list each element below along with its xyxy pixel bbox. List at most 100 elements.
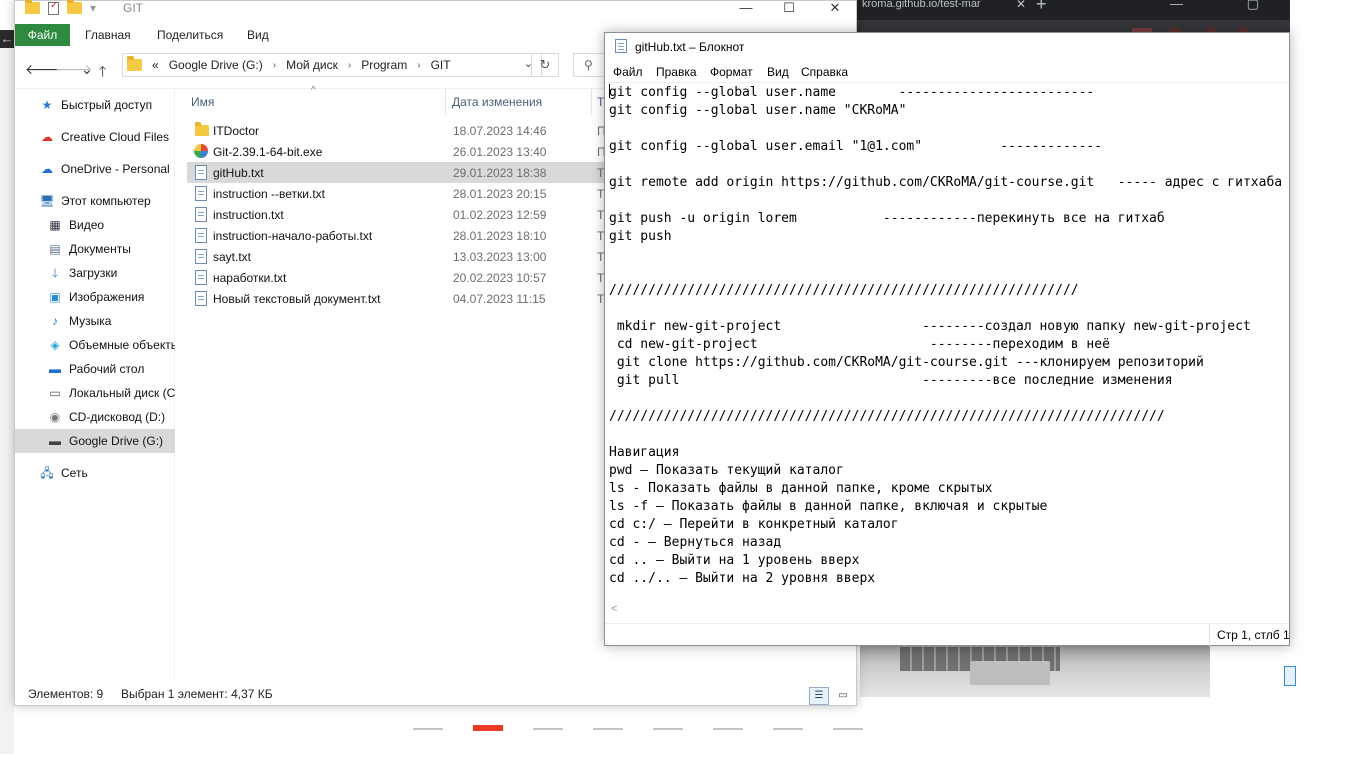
tab-view[interactable]: Вид [235, 24, 281, 46]
nav-item[interactable]: ▬ Рабочий стол [15, 357, 175, 381]
nav-item-label: Локальный диск (C [69, 386, 175, 400]
text-line-content: Навигация [609, 445, 680, 460]
creative-cloud-icon: ☁ [41, 130, 53, 144]
recent-locations-button[interactable]: ⌄ [81, 61, 93, 78]
scroll-left-icon[interactable]: < [611, 603, 617, 615]
text-line: pwd — Показать текущий каталог [609, 462, 1291, 480]
carousel-dot[interactable] [593, 728, 623, 730]
notepad-icon [615, 39, 627, 53]
video-icon: ▦ [49, 218, 61, 232]
carousel-dot[interactable] [773, 728, 803, 730]
properties-icon[interactable] [48, 0, 59, 15]
large-icons-view-icon[interactable]: ▭ [833, 687, 853, 705]
new-folder-icon[interactable] [67, 0, 82, 14]
nav-item[interactable]: ☁ OneDrive - Personal [15, 157, 175, 181]
file-name: instruction.txt [213, 207, 284, 222]
nav-item[interactable]: 🡓 Загрузки [15, 261, 175, 285]
carousel-dot[interactable] [653, 728, 683, 730]
details-view-icon[interactable]: ☰ [809, 687, 829, 705]
nav-item-label: Видео [69, 218, 105, 232]
maximize-button[interactable]: ☐ [766, 0, 812, 16]
file-name: gitHub.txt [213, 165, 264, 180]
tab-share[interactable]: Поделиться [145, 24, 235, 46]
google-drive-icon: ▬ [49, 434, 61, 448]
text-line-content: mkdir new-git-project --------создал нов… [609, 319, 1251, 334]
browser-tab-title[interactable]: kroma.github.io/test-mar [862, 0, 1012, 20]
nav-item[interactable]: ◉ CD-дисковод (D:) [15, 405, 175, 429]
nav-item[interactable]: ☁ Creative Cloud Files [15, 125, 175, 149]
text-line: ls - Показать файлы в данной папке, кром… [609, 480, 1291, 498]
browser-new-tab-button[interactable]: + [1036, 0, 1047, 15]
nav-item[interactable]: ★ Быстрый доступ [15, 93, 175, 117]
refresh-button[interactable]: ↻ [531, 53, 559, 77]
breadcrumb-git[interactable]: GIT [431, 58, 451, 72]
breadcrumb-program[interactable]: Program [361, 58, 407, 72]
nav-item[interactable]: 🖥 Этот компьютер [15, 189, 175, 213]
column-divider[interactable] [445, 89, 446, 115]
local-disk-icon: ▭ [49, 386, 61, 400]
folder-icon [127, 56, 142, 71]
page-right-margin [1290, 0, 1366, 768]
minimize-button[interactable]: — [723, 0, 769, 15]
breadcrumb-my-drive[interactable]: Мой диск [286, 58, 338, 72]
file-date: 18.07.2023 14:46 [453, 123, 547, 138]
text-line-content: cd ../.. — Выйти на 2 уровня вверх [609, 571, 876, 586]
notepad-status-bar: Стр 1, стлб 1 [605, 623, 1290, 646]
up-button[interactable]: 🡑 [99, 61, 106, 85]
notepad-title: gitHub.txt – Блокнот [635, 40, 745, 54]
page-widget-icon[interactable] [1284, 666, 1296, 686]
breadcrumb-overflow[interactable]: « [152, 58, 159, 72]
nav-item[interactable]: ◈ Объемные объекты [15, 333, 175, 357]
carousel-dot[interactable] [413, 728, 443, 730]
file-date: 29.01.2023 18:38 [453, 165, 547, 180]
customize-quick-access-icon[interactable]: ▾ [90, 1, 96, 15]
file-date: 20.02.2023 10:57 [453, 270, 547, 285]
downloads-icon: 🡓 [51, 266, 59, 280]
carousel-dot[interactable] [533, 728, 563, 730]
menu-edit[interactable]: Правка [656, 65, 697, 79]
file-date: 01.02.2023 12:59 [453, 207, 547, 222]
column-header-date[interactable]: Дата изменения [452, 95, 542, 109]
carousel-dot[interactable] [713, 728, 743, 730]
notepad-text-area[interactable]: git config --global user.name ----------… [605, 84, 1291, 624]
browser-back-arrow-icon[interactable]: ← [0, 30, 14, 48]
column-divider[interactable] [591, 89, 592, 115]
file-name: sayt.txt [213, 249, 252, 264]
breadcrumb-separator[interactable]: › [273, 60, 276, 71]
text-file-icon [195, 270, 207, 285]
nav-item[interactable]: ▬ Google Drive (G:) [15, 429, 175, 453]
browser-tab-close-icon[interactable]: ✕ [1016, 0, 1026, 11]
nav-item[interactable]: ▭ Локальный диск (C [15, 381, 175, 405]
sort-ascending-icon: ^ [311, 85, 316, 96]
column-header-name[interactable]: Имя [191, 95, 214, 109]
breadcrumb-separator[interactable]: › [348, 60, 351, 71]
notepad-menu-bar: Файл Правка Формат Вид Справка [605, 61, 1289, 83]
text-line-content: ////////////////////////////////////////… [609, 409, 1165, 424]
nav-item[interactable]: 🖧 Сеть [15, 461, 175, 485]
carousel-dot-active[interactable] [473, 725, 503, 731]
tab-file[interactable]: Файл [15, 24, 70, 46]
explorer-title-bar: ▾ GIT — ☐ ✕ [15, 0, 858, 21]
horizontal-scrollbar[interactable]: < [605, 603, 1291, 619]
carousel-dot[interactable] [833, 728, 863, 730]
nav-item[interactable]: ▦ Видео [15, 213, 175, 237]
nav-item[interactable]: ♪ Музыка [15, 309, 175, 333]
text-line: cd new-git-project --------переходим в н… [609, 336, 1291, 354]
address-bar[interactable]: « Google Drive (G:) › Мой диск › Program… [122, 53, 542, 77]
menu-format[interactable]: Формат [710, 65, 753, 79]
close-button[interactable]: ✕ [812, 0, 858, 16]
menu-file[interactable]: Файл [613, 65, 643, 79]
status-bar: Элементов: 9 Выбран 1 элемент: 4,37 КБ ☰… [15, 683, 856, 705]
nav-item-label: Рабочий стол [69, 362, 145, 376]
tab-home[interactable]: Главная [73, 24, 143, 46]
breadcrumb-google-drive[interactable]: Google Drive (G:) [169, 58, 263, 72]
notepad-title-bar: gitHub.txt – Блокнот [605, 33, 1289, 61]
text-line-content: git push [609, 229, 672, 244]
nav-item[interactable]: ▣ Изображения [15, 285, 175, 309]
text-line: git config --global user.email "1@1.com"… [609, 138, 1291, 156]
menu-view[interactable]: Вид [767, 65, 789, 79]
file-date: 28.01.2023 18:10 [453, 228, 547, 243]
nav-item[interactable]: ▤ Документы [15, 237, 175, 261]
breadcrumb-separator[interactable]: › [417, 60, 420, 71]
menu-help[interactable]: Справка [801, 65, 848, 79]
